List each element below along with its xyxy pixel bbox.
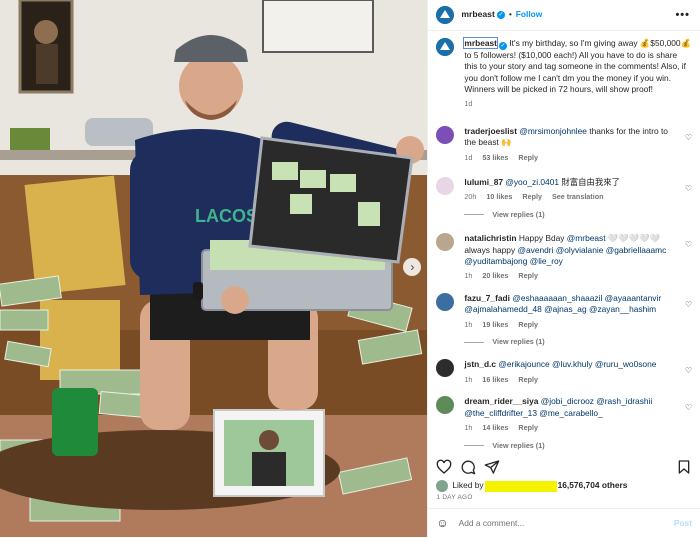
commenter-avatar[interactable] — [436, 176, 455, 195]
add-comment-bar: ☺ Add a comment... Post — [428, 508, 700, 538]
reply-button[interactable]: Reply — [522, 192, 542, 201]
comment-username[interactable]: jstn_d.c — [464, 359, 496, 369]
like-heart-icon[interactable] — [436, 459, 452, 475]
verified-badge-icon: ✓ — [496, 11, 505, 19]
post-photo[interactable]: LACOS › — [0, 0, 428, 537]
comment-meta: 1h 20 likes Reply — [464, 271, 678, 281]
save-bookmark-icon[interactable] — [676, 459, 692, 475]
comment-likes[interactable]: 16 likes — [482, 375, 508, 384]
comment-item: fazu_7_fadi @eshaaaaaan_shaaazil @ayaaan… — [436, 293, 692, 347]
account-username[interactable]: mrbeast — [461, 9, 494, 21]
comment-likes[interactable]: 20 likes — [482, 271, 508, 280]
comment-bubble-icon[interactable] — [460, 459, 476, 475]
like-comment-heart-icon[interactable]: ♡ — [685, 240, 692, 251]
liked-by-label: Liked by — [452, 480, 484, 491]
likes-summary: Liked by 16,576,704 others — [436, 480, 692, 492]
comment-body: fazu_7_fadi @eshaaaaaan_shaaazil @ayaaan… — [464, 293, 692, 347]
comment-body: dream_rider__siya @jobi_dicrooz @rash_id… — [464, 396, 692, 450]
comment-body: natalichristin Happy Bday @mrbeast 🤍🤍🤍🤍🤍… — [464, 233, 692, 281]
separator-dot: • — [508, 9, 512, 20]
comment-item: natalichristin Happy Bday @mrbeast 🤍🤍🤍🤍🤍… — [436, 233, 692, 281]
account-avatar[interactable] — [436, 6, 455, 24]
caption-body: mrbeast ✓ It's my birthday, so I'm giving… — [463, 37, 692, 109]
commenter-avatar[interactable] — [436, 233, 455, 252]
comment-meta: 1h 19 likes Reply — [464, 320, 678, 330]
post-sidebar: mrbeast ✓ • Follow ••• mrbeast ✓ It's my … — [427, 0, 700, 537]
comment-likes[interactable]: 10 likes — [486, 192, 512, 201]
like-comment-heart-icon[interactable]: ♡ — [685, 133, 692, 144]
comment-item: traderjoeslist @mrsimonjohnlee thanks fo… — [436, 126, 692, 162]
share-send-icon[interactable] — [484, 459, 500, 475]
comment-likes[interactable]: 14 likes — [482, 423, 508, 432]
view-replies-button[interactable]: View replies (1) — [464, 441, 678, 451]
comment-time: 1h — [464, 374, 473, 384]
more-options-icon[interactable]: ••• — [675, 8, 690, 23]
liker-avatar[interactable] — [436, 480, 449, 492]
comment-meta: 1h 16 likes Reply — [464, 375, 678, 385]
comment-meta: 1d 53 likes Reply — [464, 153, 678, 163]
reply-button[interactable]: Reply — [518, 153, 538, 162]
comments-list: mrbeast ✓ It's my birthday, so I'm giving… — [436, 37, 692, 450]
others-count-link[interactable]: 16,576,704 others — [558, 480, 628, 491]
comment-username[interactable]: natalichristin — [464, 233, 516, 243]
comment-likes[interactable]: 53 likes — [482, 153, 508, 162]
comment-time: 1h — [464, 319, 473, 329]
comment-mention[interactable]: @mrsimonjohnlee — [519, 126, 587, 136]
comment-username[interactable]: traderjoeslist — [464, 126, 517, 136]
reply-button[interactable]: Reply — [518, 271, 538, 280]
reply-button[interactable]: Reply — [518, 423, 538, 432]
comment-likes[interactable]: 19 likes — [482, 320, 508, 329]
svg-text:LACOS: LACOS — [195, 206, 258, 226]
view-replies-button[interactable]: View replies (1) — [464, 337, 678, 347]
caption-username[interactable]: mrbeast — [463, 37, 498, 49]
post-timestamp: 1 DAY AGO — [436, 494, 473, 501]
comment-mention[interactable]: @mrbeast — [567, 233, 606, 243]
comment-time: 1h — [464, 422, 473, 432]
post-header: mrbeast ✓ • Follow ••• — [428, 0, 700, 31]
caption-avatar[interactable] — [436, 38, 455, 56]
comment-meta: 1h 14 likes Reply — [464, 423, 678, 433]
like-comment-heart-icon[interactable]: ♡ — [685, 366, 692, 377]
like-comment-heart-icon[interactable]: ♡ — [685, 184, 692, 195]
redacted-username — [484, 480, 557, 492]
comment-text: 財富自由我來了 — [559, 176, 620, 187]
comment-body: jstn_d.c @erikajounce @luv.khuly @ruru_w… — [464, 359, 692, 384]
caption-meta: 1d — [464, 99, 692, 109]
comment-time: 1h — [464, 271, 473, 281]
comment-item: lulumi_87 @yoo_zi.0401 財富自由我來了 20h 10 li… — [436, 176, 692, 220]
emoji-smile-icon[interactable]: ☺ — [436, 515, 448, 531]
commenter-avatar[interactable] — [436, 126, 455, 145]
comment-time: 20h — [464, 191, 477, 201]
comment-mention[interactable]: @yoo_zi.0401 — [505, 177, 559, 187]
like-comment-heart-icon[interactable]: ♡ — [685, 300, 692, 311]
view-replies-button[interactable]: View replies (1) — [464, 210, 678, 220]
add-comment-input[interactable]: Add a comment... — [459, 518, 674, 529]
reply-button[interactable]: Reply — [518, 375, 538, 384]
commenter-avatar[interactable] — [436, 293, 455, 312]
commenter-avatar[interactable] — [436, 359, 455, 378]
caption-time: 1d — [464, 99, 473, 109]
comment-item: dream_rider__siya @jobi_dicrooz @rash_id… — [436, 396, 692, 450]
like-comment-heart-icon[interactable]: ♡ — [685, 403, 692, 414]
instagram-post: LACOS › mrbeast ✓ • Follow ••• mrbeast ✓… — [0, 0, 700, 537]
see-translation-button[interactable]: See translation — [552, 192, 604, 201]
verified-badge-icon: ✓ — [498, 42, 507, 50]
comment-text-pre: Happy Bday — [516, 233, 567, 244]
comment-body: lulumi_87 @yoo_zi.0401 財富自由我來了 20h 10 li… — [464, 177, 692, 220]
post-actions — [436, 458, 692, 476]
post-comment-button[interactable]: Post — [674, 518, 692, 529]
caption: mrbeast ✓ It's my birthday, so I'm giving… — [436, 37, 692, 109]
comment-username[interactable]: lulumi_87 — [464, 177, 503, 187]
comment-username[interactable]: fazu_7_fadi — [464, 293, 510, 303]
reply-button[interactable]: Reply — [518, 320, 538, 329]
comment-mentions-list[interactable]: @erikajounce @luv.khuly @ruru_wo0sone — [498, 359, 656, 369]
comment-body: traderjoeslist @mrsimonjohnlee thanks fo… — [464, 126, 692, 162]
commenter-avatar[interactable] — [436, 396, 455, 415]
comment-item: jstn_d.c @erikajounce @luv.khuly @ruru_w… — [436, 359, 692, 384]
comment-time: 1d — [464, 152, 473, 162]
follow-button[interactable]: Follow — [516, 9, 543, 20]
comment-meta: 20h 10 likes Reply See translation — [464, 192, 678, 202]
comment-username[interactable]: dream_rider__siya — [464, 396, 538, 406]
photo-illustration: LACOS — [0, 0, 428, 537]
